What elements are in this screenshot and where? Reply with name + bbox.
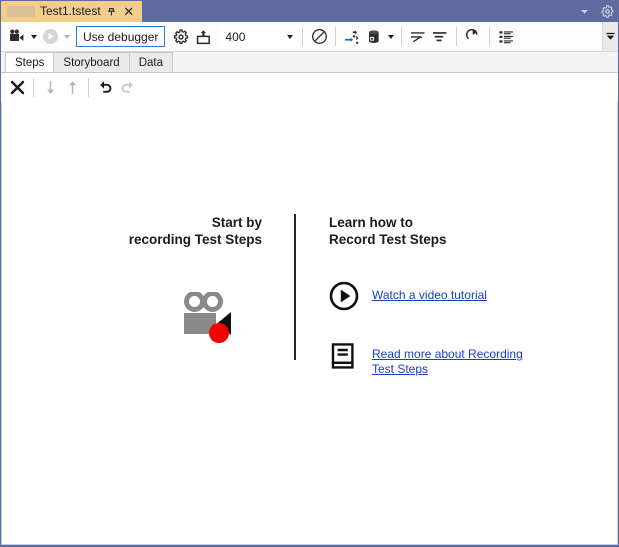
read-more-recording-link[interactable]: Read more about Recording Test Steps: [372, 341, 544, 377]
gear-icon[interactable]: [170, 25, 192, 49]
chevron-double-down-icon[interactable]: [602, 22, 618, 51]
start-recording-panel: Start by recording Test Steps: [51, 214, 294, 377]
iterations-combo[interactable]: 400: [219, 26, 298, 47]
book-icon[interactable]: [329, 341, 359, 371]
toolbar-separator-3: [401, 27, 403, 46]
close-icon[interactable]: ✕: [123, 5, 135, 19]
video-camera-record-icon-wrap: [51, 291, 262, 349]
toolbar-separator-1: [302, 27, 304, 46]
iterations-dropdown-caret-icon[interactable]: [287, 34, 294, 39]
pin-icon[interactable]: [106, 5, 118, 19]
play-circle-icon[interactable]: [329, 281, 359, 311]
upload-box-icon[interactable]: [192, 25, 214, 49]
tab-storyboard[interactable]: Storyboard: [53, 52, 130, 72]
video-camera-icon[interactable]: [6, 25, 28, 49]
learn-how-heading-line2: Record Test Steps: [329, 232, 447, 247]
chevron-down-icon[interactable]: [577, 4, 591, 18]
application-window: Test1.tstest ✕ Use debugger 400 Steps St…: [0, 0, 619, 547]
arrow-down-icon[interactable]: [39, 75, 61, 99]
record-dropdown-caret-icon[interactable]: [28, 25, 39, 49]
edit-lines-icon[interactable]: [407, 25, 429, 49]
debugger-combo[interactable]: Use debugger: [76, 26, 166, 47]
learn-how-heading: Learn how to Record Test Steps: [329, 214, 568, 248]
arrow-up-icon[interactable]: [61, 75, 83, 99]
play-circle-icon[interactable]: [39, 25, 61, 49]
learn-how-panel: Learn how to Record Test Steps Watch a v…: [296, 214, 568, 377]
toolbar-separator-5: [489, 27, 491, 46]
data-dropdown-caret-icon[interactable]: [385, 25, 396, 49]
branch-arrow-icon[interactable]: [341, 25, 363, 49]
list-details-icon[interactable]: [495, 25, 517, 49]
watch-video-tutorial-link[interactable]: Watch a video tutorial: [372, 281, 487, 303]
database-icon[interactable]: [363, 25, 385, 49]
main-toolbar: Use debugger 400: [1, 22, 618, 52]
tab-data[interactable]: Data: [128, 52, 173, 72]
editor-tab-strip: Steps Storyboard Data: [1, 52, 618, 73]
refresh-icon[interactable]: [462, 25, 484, 49]
filter-lines-icon[interactable]: [429, 25, 451, 49]
toolbar-separator-2: [335, 27, 337, 46]
start-recording-heading-line2: recording Test Steps: [128, 232, 262, 247]
play-dropdown-caret-icon[interactable]: [61, 25, 72, 49]
gear-icon[interactable]: [600, 4, 614, 18]
read-more-recording-row[interactable]: Read more about Recording Test Steps: [329, 341, 568, 377]
start-recording-heading: Start by recording Test Steps: [51, 214, 262, 248]
document-tab[interactable]: Test1.tstest ✕: [1, 1, 142, 22]
watch-video-tutorial-row[interactable]: Watch a video tutorial: [329, 281, 568, 311]
toolbar-separator-4: [456, 27, 458, 46]
document-tab-title: Test1.tstest: [40, 4, 101, 18]
steps-toolbar-separator-2: [88, 77, 89, 97]
steps-toolbar: [1, 73, 618, 102]
undo-icon[interactable]: [94, 75, 116, 99]
x-delete-icon[interactable]: [6, 75, 28, 99]
learn-how-heading-line1: Learn how to: [329, 215, 413, 230]
start-recording-heading-line1: Start by: [211, 215, 262, 230]
steps-empty-state: Start by recording Test Steps Learn how …: [1, 102, 618, 545]
iterations-value: 400: [225, 29, 246, 44]
redo-icon[interactable]: [116, 75, 138, 99]
document-tab-redacted-label: [7, 6, 35, 17]
clock-slash-icon[interactable]: [308, 25, 330, 49]
empty-state-panels: Start by recording Test Steps Learn how …: [2, 214, 617, 377]
video-camera-record-icon: [180, 291, 236, 349]
title-bar-controls: [577, 4, 614, 18]
tab-steps[interactable]: Steps: [5, 52, 55, 72]
title-bar: Test1.tstest ✕: [1, 1, 618, 22]
steps-toolbar-separator-1: [33, 77, 34, 97]
